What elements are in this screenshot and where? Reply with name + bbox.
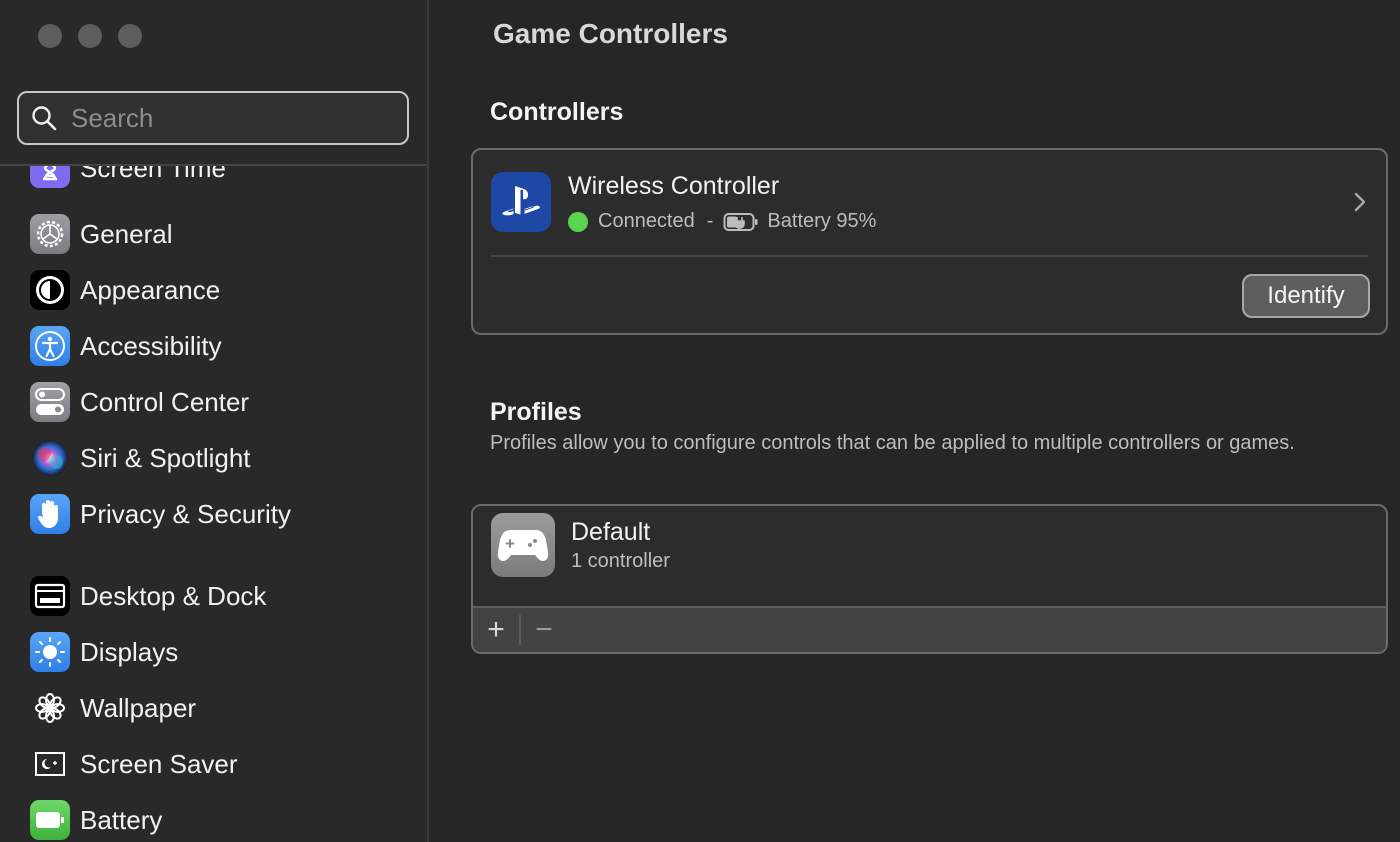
controllers-section-title: Controllers [490, 98, 624, 126]
sidebar-item-screen-time[interactable]: Screen Time [30, 166, 226, 188]
sidebar-item-desktop-dock[interactable]: Desktop & Dock [30, 576, 266, 616]
remove-profile-button[interactable]: − [521, 608, 567, 652]
card-divider [491, 255, 1368, 257]
sidebar-item-appearance[interactable]: Appearance [30, 270, 220, 310]
sidebar-item-privacy-security[interactable]: Privacy & Security [30, 494, 291, 534]
sidebar-item-label: Displays [80, 636, 179, 667]
sidebar-item-label: Battery [80, 804, 163, 835]
gamepad-icon [491, 513, 555, 577]
battery-level-text: Battery 95% [767, 210, 877, 232]
hand-icon [30, 494, 70, 534]
battery-icon [30, 800, 70, 840]
window-controls [38, 24, 142, 48]
chevron-right-icon[interactable] [1352, 190, 1368, 214]
close-window-button[interactable] [38, 24, 62, 48]
sidebar-item-label: Screen Time [80, 166, 226, 183]
sidebar-item-control-center[interactable]: Control Center [30, 382, 249, 422]
connection-status-text: Connected [598, 210, 695, 232]
profiles-section-title: Profiles [490, 398, 582, 426]
sidebar-item-label: Control Center [80, 386, 250, 417]
sidebar-nav: Screen Time General Appearance Accessibi… [0, 166, 427, 842]
profiles-toolbar: + − [473, 606, 1386, 652]
siri-icon [30, 438, 70, 478]
profile-controller-count: 1 controller [571, 550, 670, 572]
main-content: Game Controllers Controllers Wireless Co… [431, 0, 1400, 842]
search-field[interactable] [17, 91, 409, 145]
screensaver-icon [30, 744, 70, 784]
sidebar: Screen Time General Appearance [0, 0, 429, 842]
sidebar-item-battery[interactable]: Battery [30, 800, 162, 840]
sidebar-item-wallpaper[interactable]: Wallpaper [30, 688, 196, 728]
minimize-window-button[interactable] [78, 24, 102, 48]
profiles-description: Profiles allow you to configure controls… [490, 432, 1295, 454]
sidebar-item-label: General [80, 218, 173, 249]
identify-button[interactable]: Identify [1242, 274, 1370, 318]
sidebar-item-label: Accessibility [80, 330, 222, 361]
sidebar-item-general[interactable]: General [30, 214, 173, 254]
sidebar-item-accessibility[interactable]: Accessibility [30, 326, 222, 366]
settings-window: Screen Time General Appearance [0, 0, 1400, 842]
gear-icon [30, 214, 70, 254]
sidebar-item-label: Privacy & Security [80, 498, 291, 529]
sidebar-item-label: Wallpaper [80, 692, 197, 723]
controller-status: Connected - Battery 95% [568, 210, 876, 233]
sidebar-item-label: Appearance [80, 274, 221, 305]
sidebar-item-displays[interactable]: Displays [30, 632, 178, 672]
toggles-icon [30, 382, 70, 422]
flower-icon [30, 688, 70, 728]
sidebar-item-label: Siri & Spotlight [80, 442, 251, 473]
zoom-window-button[interactable] [118, 24, 142, 48]
sidebar-item-screen-saver[interactable]: Screen Saver [30, 744, 238, 784]
sidebar-item-label: Screen Saver [80, 748, 238, 779]
profiles-card: Default 1 controller + − [471, 504, 1388, 654]
profile-name: Default [571, 518, 651, 546]
dock-icon [30, 576, 70, 616]
appearance-icon [30, 270, 70, 310]
page-title: Game Controllers [493, 18, 728, 49]
search-input[interactable] [71, 102, 391, 134]
hourglass-icon [30, 166, 70, 188]
search-icon [32, 106, 57, 131]
connected-status-dot [568, 211, 588, 232]
battery-charging-icon [723, 212, 758, 231]
sidebar-item-label: Desktop & Dock [80, 580, 267, 611]
accessibility-icon [30, 326, 70, 366]
sidebar-item-siri-spotlight[interactable]: Siri & Spotlight [30, 438, 251, 478]
sun-icon [30, 632, 70, 672]
add-profile-button[interactable]: + [473, 608, 519, 652]
playstation-icon [491, 172, 551, 232]
controller-card: Wireless Controller Connected - Battery … [471, 148, 1388, 335]
status-separator: - [706, 210, 714, 232]
controller-name: Wireless Controller [568, 172, 780, 200]
